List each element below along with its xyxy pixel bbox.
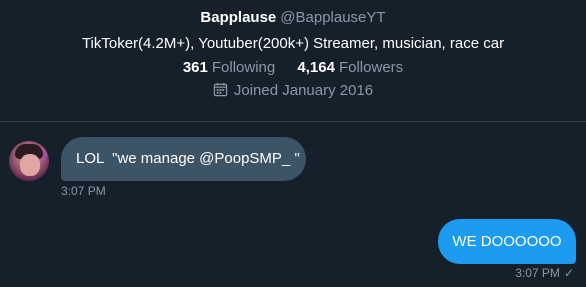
profile-stats: 361 Following 4,164 Followers <box>0 59 586 77</box>
dm-conversation: Bapplause @BapplauseYT TikToker(4.2M+), Y… <box>0 0 586 287</box>
profile-bio: TikToker(4.2M+), Youtuber(200k+) Streame… <box>81 35 505 52</box>
joined-date: Joined January 2016 <box>0 82 586 100</box>
following-label: Following <box>211 59 276 76</box>
outgoing-message-time: 3:07 PM <box>515 266 560 280</box>
followers-label: Followers <box>338 59 404 76</box>
profile-name-line: Bapplause @BapplauseYT <box>0 9 586 27</box>
profile-handle[interactable]: @BapplauseYT <box>280 9 385 26</box>
profile-header: Bapplause @BapplauseYT TikToker(4.2M+), Y… <box>0 0 586 118</box>
check-icon: ✓ <box>563 266 574 280</box>
divider <box>0 121 586 122</box>
avatar[interactable] <box>9 141 49 181</box>
followers-count: 4,164 <box>297 59 335 76</box>
calendar-icon <box>213 82 228 97</box>
profile-display-name[interactable]: Bapplause <box>200 9 276 26</box>
following-stat[interactable]: 361 Following <box>183 59 275 77</box>
following-count: 361 <box>182 59 208 76</box>
joined-text: Joined January 2016 <box>233 82 374 99</box>
followers-stat[interactable]: 4,164 Followers <box>297 59 403 77</box>
outgoing-message-meta: 3:07 PM ✓ <box>515 266 574 280</box>
incoming-message-time: 3:07 PM <box>61 184 106 198</box>
incoming-message-bubble[interactable]: LOL "we manage @PoopSMP_ " <box>61 137 306 181</box>
outgoing-message-bubble[interactable]: WE DOOOOOO <box>438 219 576 264</box>
